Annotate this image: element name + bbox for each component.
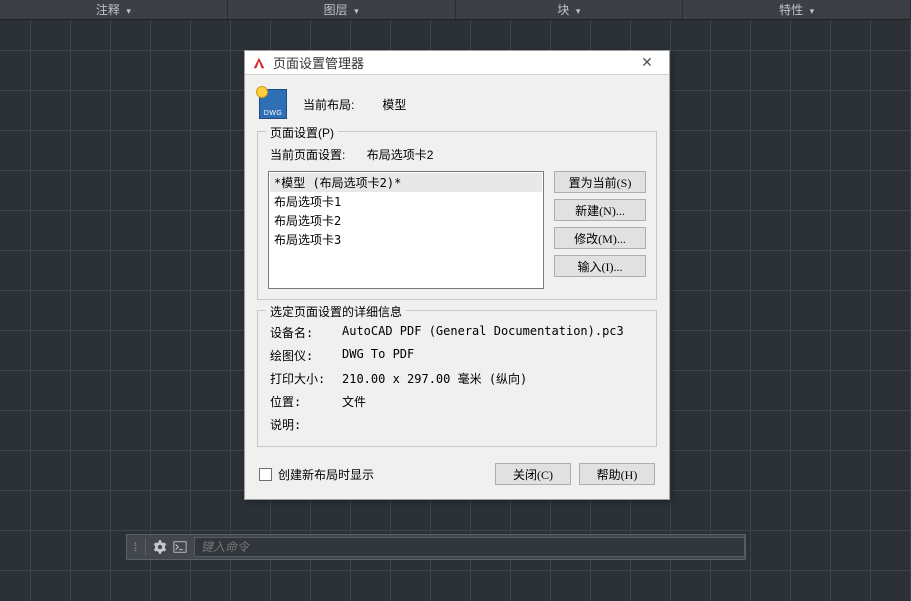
list-item[interactable]: 布局选项卡2 xyxy=(270,211,542,230)
location-value: 文件 xyxy=(342,393,366,410)
command-input[interactable] xyxy=(194,537,745,557)
import-button[interactable]: 输入(I)... xyxy=(554,255,646,277)
separator xyxy=(145,538,146,556)
modify-button[interactable]: 修改(M)... xyxy=(554,227,646,249)
checkbox-box[interactable] xyxy=(259,468,272,481)
ribbon-panel-properties[interactable]: 特性 xyxy=(683,0,911,19)
ribbon-panel-label: 图层 xyxy=(324,3,359,17)
ribbon-panel-label: 块 xyxy=(557,3,580,17)
ribbon-panel-label: 特性 xyxy=(779,3,814,17)
list-item[interactable]: *模型 (布局选项卡2)* xyxy=(270,173,542,192)
page-setup-manager-dialog: 页面设置管理器 ✕ DWG 当前布局: 模型 页面设置(P) 当前页面设置: 布… xyxy=(244,50,670,500)
desc-label: 说明: xyxy=(270,416,342,433)
ribbon: 注释 图层 块 特性 xyxy=(0,0,911,20)
dwg-file-icon: DWG xyxy=(259,89,287,119)
ribbon-panel-layers[interactable]: 图层 xyxy=(228,0,456,19)
device-value: AutoCAD PDF (General Documentation).pc3 xyxy=(342,324,624,341)
size-label: 打印大小: xyxy=(270,370,342,387)
page-setup-group: 页面设置(P) 当前页面设置: 布局选项卡2 *模型 (布局选项卡2)* 布局选… xyxy=(257,131,657,300)
current-page-setup-value: 布局选项卡2 xyxy=(367,148,434,162)
autocad-app-icon xyxy=(251,55,267,71)
plotter-label: 绘图仪: xyxy=(270,347,342,364)
group-legend: 页面设置(P) xyxy=(266,124,338,141)
group-legend: 选定页面设置的详细信息 xyxy=(266,303,406,320)
checkbox-label: 创建新布局时显示 xyxy=(278,466,374,483)
size-value: 210.00 x 297.00 毫米 (纵向) xyxy=(342,370,527,387)
page-setup-listbox[interactable]: *模型 (布局选项卡2)* 布局选项卡1 布局选项卡2 布局选项卡3 xyxy=(268,171,544,289)
drag-handle-icon[interactable]: ⁞⁞ xyxy=(127,535,141,559)
ribbon-panel-block[interactable]: 块 xyxy=(456,0,684,19)
current-page-setup-row: 当前页面设置: 布局选项卡2 xyxy=(270,146,646,163)
help-button[interactable]: 帮助(H) xyxy=(579,463,655,485)
detail-group: 选定页面设置的详细信息 设备名:AutoCAD PDF (General Doc… xyxy=(257,310,657,447)
command-prompt-icon[interactable] xyxy=(170,537,190,557)
plotter-value: DWG To PDF xyxy=(342,347,414,364)
list-item[interactable]: 布局选项卡3 xyxy=(270,230,542,249)
current-layout-value: 模型 xyxy=(382,96,406,113)
location-label: 位置: xyxy=(270,393,342,410)
command-bar: ⁞⁞ xyxy=(126,534,746,560)
dialog-titlebar[interactable]: 页面设置管理器 ✕ xyxy=(245,51,669,75)
ribbon-panel-annotate[interactable]: 注释 xyxy=(0,0,228,19)
customize-icon[interactable] xyxy=(150,537,170,557)
device-label: 设备名: xyxy=(270,324,342,341)
show-on-new-layout-checkbox[interactable]: 创建新布局时显示 xyxy=(259,466,487,483)
dialog-title: 页面设置管理器 xyxy=(273,53,629,72)
ribbon-panel-label: 注释 xyxy=(96,3,131,17)
close-button[interactable]: ✕ xyxy=(629,52,665,74)
new-button[interactable]: 新建(N)... xyxy=(554,199,646,221)
current-layout-label: 当前布局: xyxy=(303,96,354,113)
list-item[interactable]: 布局选项卡1 xyxy=(270,192,542,211)
set-current-button[interactable]: 置为当前(S) xyxy=(554,171,646,193)
current-page-setup-label: 当前页面设置: xyxy=(270,148,345,162)
close-dialog-button[interactable]: 关闭(C) xyxy=(495,463,571,485)
